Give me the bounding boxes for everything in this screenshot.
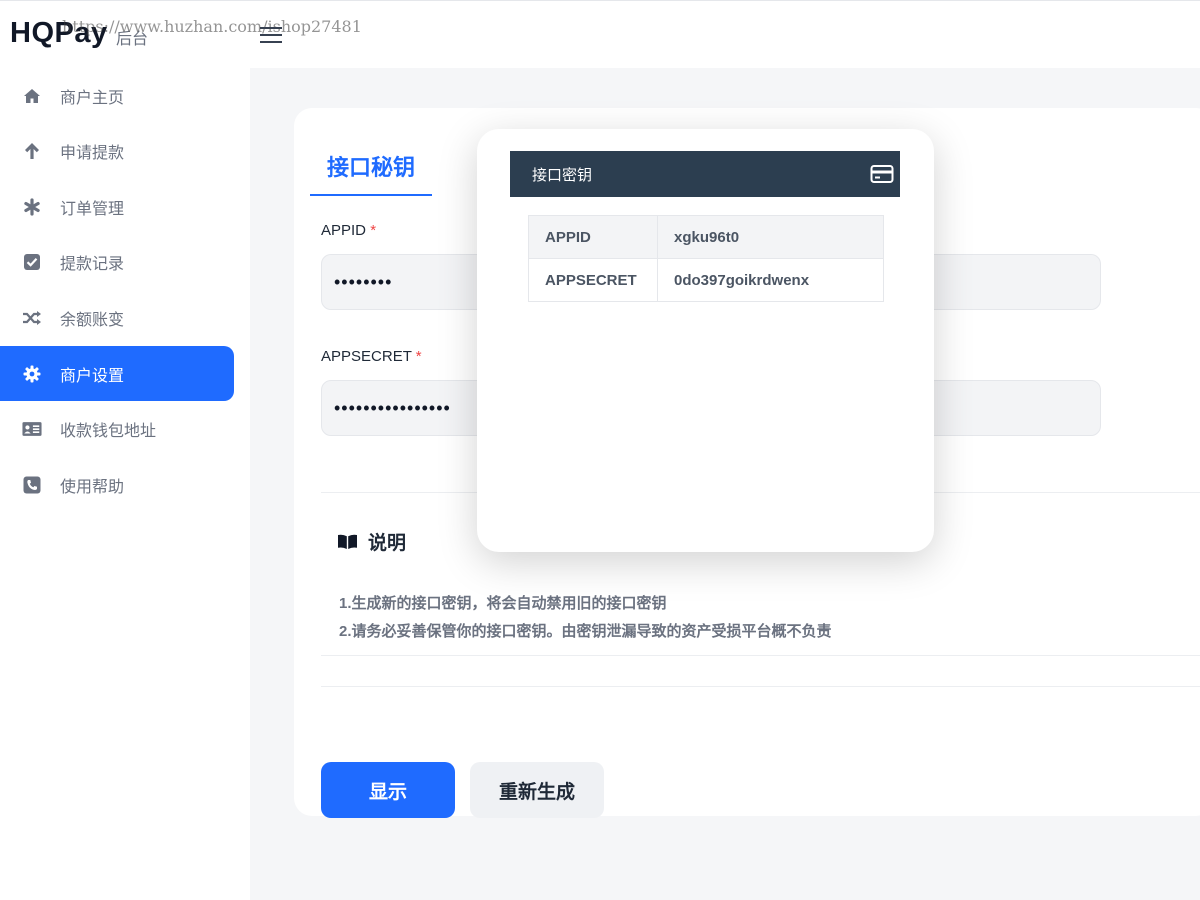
instruction-line: 2.请务必妥善保管你的接口密钥。由密钥泄漏导致的资产受损平台概不负责 bbox=[339, 623, 832, 640]
sidebar-item-label: 商户设置 bbox=[60, 367, 125, 385]
appid-label-text: APPID bbox=[321, 222, 367, 239]
appid-key-cell: APPID bbox=[528, 215, 658, 259]
instructions-title: 说明 bbox=[337, 528, 406, 555]
sidebar-item-withdraw-records[interactable]: 提款记录 bbox=[0, 234, 234, 289]
sidebar-item-wallet-address[interactable]: 收款钱包地址 bbox=[0, 401, 234, 456]
asterisk-icon bbox=[22, 197, 42, 217]
appid-label: APPID * bbox=[321, 222, 376, 239]
sidebar-item-label: 使用帮助 bbox=[60, 478, 125, 496]
home-icon bbox=[22, 86, 42, 106]
instruction-line: 1.生成新的接口密钥，将会自动禁用旧的接口密钥 bbox=[339, 595, 667, 612]
appsecret-value-cell[interactable]: 0do397goikrdwenx bbox=[657, 258, 884, 302]
appsecret-label-text: APPSECRET bbox=[321, 348, 412, 365]
sidebar-item-help[interactable]: 使用帮助 bbox=[0, 457, 234, 512]
table-row: APPSECRET 0do397goikrdwenx bbox=[528, 258, 884, 302]
sidebar-item-merchant-settings[interactable]: 商户设置 bbox=[0, 346, 234, 401]
api-key-modal: 接口密钥 APPID xgku96t0 APPSECRET 0do397goik… bbox=[477, 129, 934, 552]
hamburger-icon[interactable] bbox=[260, 27, 282, 43]
top-bar: HQPay 后台 https://www.huzhan.com/ishop274… bbox=[0, 0, 1200, 68]
modal-header: 接口密钥 bbox=[510, 151, 900, 197]
required-mark: * bbox=[370, 222, 377, 239]
arrow-up-icon bbox=[22, 141, 42, 161]
gear-icon bbox=[22, 364, 42, 384]
regenerate-button[interactable]: 重新生成 bbox=[470, 762, 604, 818]
checkbox-icon bbox=[22, 252, 42, 272]
modal-title: 接口密钥 bbox=[532, 166, 593, 184]
shuffle-icon bbox=[22, 308, 42, 328]
sidebar-item-label: 余额账变 bbox=[60, 311, 125, 329]
instructions-title-text: 说明 bbox=[368, 533, 407, 554]
tab-label: 接口秘钥 bbox=[326, 155, 415, 180]
sidebar-item-label: 商户主页 bbox=[60, 89, 125, 107]
sidebar-item-label: 订单管理 bbox=[60, 200, 125, 218]
phone-icon bbox=[22, 475, 42, 495]
sidebar-item-withdraw-request[interactable]: 申请提款 bbox=[0, 123, 234, 178]
watermark-text: https://www.huzhan.com/ishop27481 bbox=[62, 17, 362, 36]
sidebar-item-label: 收款钱包地址 bbox=[60, 422, 157, 440]
show-button[interactable]: 显示 bbox=[321, 762, 455, 818]
divider bbox=[321, 686, 1200, 687]
credit-card-icon[interactable] bbox=[870, 164, 894, 184]
api-key-table: APPID xgku96t0 APPSECRET 0do397goikrdwen… bbox=[528, 215, 884, 302]
book-open-icon bbox=[337, 534, 358, 550]
table-row: APPID xgku96t0 bbox=[528, 215, 884, 259]
sidebar-item-balance-changes[interactable]: 余额账变 bbox=[0, 290, 234, 345]
tab-api-keys[interactable]: 接口秘钥 bbox=[310, 150, 432, 196]
sidebar-item-orders[interactable]: 订单管理 bbox=[0, 179, 234, 234]
appsecret-label: APPSECRET * bbox=[321, 348, 422, 365]
sidebar-item-merchant-home[interactable]: 商户主页 bbox=[0, 68, 234, 123]
required-mark: * bbox=[415, 348, 422, 365]
appsecret-key-cell: APPSECRET bbox=[528, 258, 658, 302]
appid-value-cell[interactable]: xgku96t0 bbox=[657, 215, 884, 259]
sidebar-item-label: 提款记录 bbox=[60, 255, 125, 273]
id-card-icon bbox=[22, 419, 42, 439]
sidebar: 商户主页 申请提款 订单管理 提款记录 余额账变 商户设置 收款钱包地址 使用帮… bbox=[0, 68, 250, 900]
sidebar-item-label: 申请提款 bbox=[60, 144, 125, 162]
